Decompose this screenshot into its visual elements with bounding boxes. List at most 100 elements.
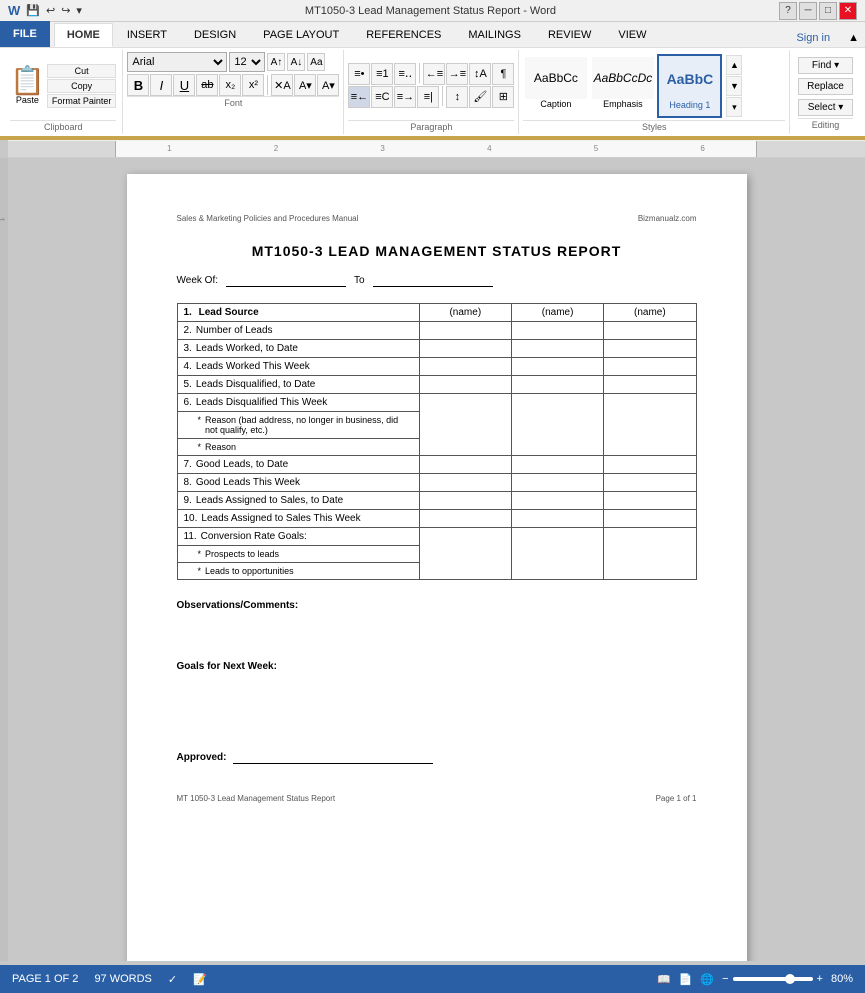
tab-page-layout[interactable]: PAGE LAYOUT	[250, 23, 352, 47]
maximize-btn[interactable]: □	[819, 2, 837, 20]
format-painter-button[interactable]: Format Painter	[47, 94, 117, 108]
para-controls: ≡• ≡1 ≡‥ ←≡ →≡ ↕A ¶ ≡← ≡C ≡→ ≡| ↕ 🖌	[348, 52, 514, 118]
page-container: Sales & Marketing Policies and Procedure…	[127, 174, 747, 945]
shading-btn[interactable]: 🖌	[469, 86, 491, 108]
underline-button[interactable]: U	[173, 74, 195, 96]
minimize-btn[interactable]: ─	[799, 2, 817, 20]
clipboard-sub: Cut Copy Format Painter	[47, 64, 117, 108]
styles-label: Styles	[523, 120, 785, 132]
read-mode-icon[interactable]: 📖	[657, 973, 671, 986]
decrease-font-btn[interactable]: A↓	[287, 53, 305, 71]
ribbon-expand[interactable]: ▲	[842, 29, 865, 47]
table-row: 6.Leads Disqualified This Week	[177, 394, 696, 412]
spelling-icon[interactable]: ✓	[168, 973, 177, 986]
quick-undo[interactable]: ↩	[46, 4, 55, 17]
styles-scroll-down[interactable]: ▼	[726, 76, 742, 96]
status-right: 📖 📄 🌐 − + 80%	[657, 973, 853, 986]
document-area[interactable]: 1 2 3 Sales & Marketing Policies and Pro…	[0, 158, 865, 961]
zoom-track[interactable]	[733, 977, 813, 981]
decrease-indent-btn[interactable]: ←≡	[423, 63, 445, 85]
find-btn[interactable]: Find ▾	[798, 57, 853, 74]
editing-label: Editing	[798, 118, 853, 130]
zoom-out-btn[interactable]: −	[722, 973, 728, 985]
close-btn[interactable]: ✕	[839, 2, 857, 20]
tab-file[interactable]: FILE	[0, 21, 50, 47]
bold-button[interactable]: B	[127, 74, 149, 96]
zoom-percentage: 80%	[831, 973, 853, 985]
replace-btn[interactable]: Replace	[798, 78, 853, 95]
quick-redo[interactable]: ↪	[61, 4, 70, 17]
row7-label: 7.Good Leads, to Date	[177, 456, 419, 474]
header-name-3: (name)	[604, 304, 696, 322]
row3-c1	[419, 340, 511, 358]
strikethrough-button[interactable]: ab	[196, 74, 218, 96]
increase-font-btn[interactable]: A↑	[267, 53, 285, 71]
row11-c3	[604, 528, 696, 580]
print-layout-icon[interactable]: 📄	[679, 973, 693, 986]
font-size-selector[interactable]: 12	[229, 52, 265, 72]
bullets-btn[interactable]: ≡•	[348, 63, 370, 85]
highlight-btn[interactable]: A▾	[294, 74, 316, 96]
sort-btn[interactable]: ↕A	[469, 63, 491, 85]
tab-home[interactable]: HOME	[54, 23, 113, 47]
row5-c3	[604, 376, 696, 394]
select-btn[interactable]: Select ▾	[798, 99, 853, 116]
copy-button[interactable]: Copy	[47, 79, 117, 93]
ribbon-content: 📋 Paste Cut Copy Format Painter Clipboar…	[0, 48, 865, 138]
tab-references[interactable]: REFERENCES	[353, 23, 454, 47]
sign-in[interactable]: Sign in	[784, 29, 842, 47]
superscript-button[interactable]: x²	[242, 74, 264, 96]
multilevel-btn[interactable]: ≡‥	[394, 63, 416, 85]
web-layout-icon[interactable]: 🌐	[700, 973, 714, 986]
increase-indent-btn[interactable]: →≡	[446, 63, 468, 85]
change-case-btn[interactable]: Aa	[307, 53, 325, 71]
row7-c1	[419, 456, 511, 474]
styles-scroll-up[interactable]: ▲	[726, 55, 742, 75]
show-para-btn[interactable]: ¶	[492, 63, 514, 85]
row3-c2	[511, 340, 603, 358]
editing-buttons: Find ▾ Replace Select ▾	[798, 54, 853, 118]
table-row: 11.Conversion Rate Goals:	[177, 528, 696, 546]
cut-button[interactable]: Cut	[47, 64, 117, 78]
text-color-btn[interactable]: A▾	[317, 74, 339, 96]
tab-view[interactable]: VIEW	[605, 23, 659, 47]
para-div1	[419, 63, 420, 83]
clear-format-btn[interactable]: ✕A	[271, 74, 293, 96]
zoom-in-btn[interactable]: +	[817, 973, 823, 985]
italic-button[interactable]: I	[150, 74, 172, 96]
justify-btn[interactable]: ≡|	[417, 86, 439, 108]
tab-review[interactable]: REVIEW	[535, 23, 604, 47]
line-spacing-btn[interactable]: ↕	[446, 86, 468, 108]
paste-button[interactable]: 📋 Paste	[10, 67, 45, 105]
subscript-button[interactable]: x₂	[219, 74, 241, 96]
font-name-selector[interactable]: Arial	[127, 52, 227, 72]
style-heading1[interactable]: AaBbC Heading 1	[657, 54, 722, 118]
tab-insert[interactable]: INSERT	[114, 23, 180, 47]
align-center-btn[interactable]: ≡C	[371, 86, 393, 108]
border-btn[interactable]: ⊞	[492, 86, 514, 108]
align-right-btn[interactable]: ≡→	[394, 86, 416, 108]
tab-design[interactable]: DESIGN	[181, 23, 249, 47]
zoom-thumb[interactable]	[785, 974, 795, 984]
help-btn[interactable]: ?	[779, 2, 797, 20]
style-emphasis-label: Emphasis	[603, 99, 643, 109]
row11-c1	[419, 528, 511, 580]
left-margin-ruler: 1 2 3	[0, 158, 8, 961]
header-name-2: (name)	[511, 304, 603, 322]
styles-dropdown[interactable]: ▾	[726, 97, 742, 117]
style-emphasis[interactable]: AaBbCcDc Emphasis	[590, 54, 655, 118]
zoom-slider[interactable]: − +	[722, 973, 823, 985]
quick-save[interactable]: 💾	[26, 4, 40, 17]
style-caption[interactable]: AaBbCc Caption	[523, 54, 588, 118]
row6-c3	[604, 394, 696, 456]
row8-c2	[511, 474, 603, 492]
title-bar: W 💾 ↩ ↪ ▾ MT1050-3 Lead Management Statu…	[0, 0, 865, 22]
bullet-star3: *	[198, 549, 202, 559]
tab-mailings[interactable]: MAILINGS	[455, 23, 534, 47]
track-changes-icon[interactable]: 📝	[193, 973, 207, 986]
align-left-btn[interactable]: ≡←	[348, 86, 370, 108]
paragraph-label: Paragraph	[348, 120, 514, 132]
numbering-btn[interactable]: ≡1	[371, 63, 393, 85]
styles-items: AaBbCc Caption AaBbCcDc Emphasis AaBbC H…	[523, 52, 785, 120]
table-row: 10.Leads Assigned to Sales This Week	[177, 510, 696, 528]
